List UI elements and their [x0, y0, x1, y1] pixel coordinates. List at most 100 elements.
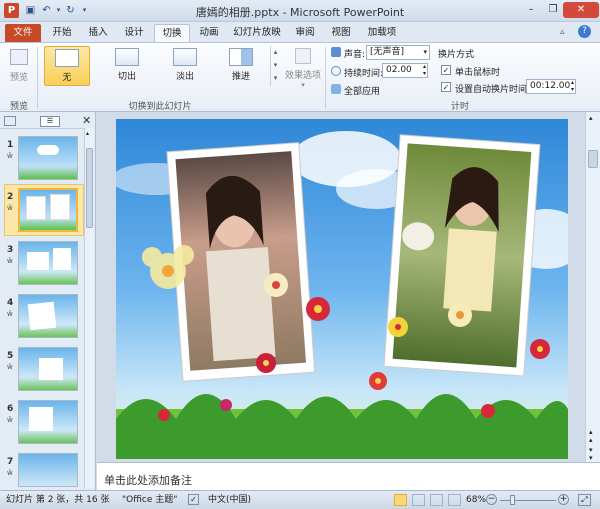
zoom-in-icon[interactable]: + — [558, 494, 569, 505]
group-divider — [37, 47, 38, 109]
status-bar: 幻灯片 第 2 张，共 16 张 "Office 主题" ✓ 中文(中国) 68… — [0, 490, 600, 509]
reading-view-icon[interactable] — [430, 494, 443, 506]
tab-insert[interactable]: 插入 — [82, 24, 114, 42]
on-click-label: 单击鼠标时 — [455, 68, 501, 78]
redo-icon[interactable]: ↻ — [64, 4, 77, 17]
duration-input[interactable]: 02.00 ▴ ▾ — [382, 63, 428, 78]
close-icon[interactable]: ✕ — [563, 2, 599, 18]
tab-home[interactable]: 开始 — [46, 24, 78, 42]
language[interactable]: 中文(中国) — [208, 491, 251, 509]
maximize-icon[interactable]: ❐ — [542, 2, 564, 18]
minimize-icon[interactable]: – — [520, 2, 542, 18]
zoom-level[interactable]: 68% — [466, 491, 486, 509]
slide-thumbnail[interactable] — [18, 400, 78, 444]
slide-thumbnail[interactable] — [18, 453, 78, 487]
slide-sorter-icon[interactable] — [412, 494, 425, 506]
slide-number: 6 — [7, 404, 14, 414]
theme-name[interactable]: "Office 主题" — [122, 491, 177, 509]
notes-pane[interactable]: 单击此处添加备注 — [97, 462, 600, 490]
slide-number: 2 — [7, 192, 14, 202]
collapse-ribbon-icon[interactable]: ▵ — [560, 27, 565, 37]
ribbon-tabs: 文件 开始 插入 设计 切换 动画 幻灯片放映 审阅 视图 加载项 ▵ ? — [0, 22, 600, 42]
slide-number: 5 — [7, 351, 14, 361]
scroll-up-icon[interactable]: ▴ — [589, 114, 593, 122]
slide-thumbnail[interactable] — [18, 136, 78, 180]
gallery-scroll[interactable]: ▴ ▾ ▾ — [270, 46, 280, 86]
flower-center — [162, 265, 174, 277]
transition-fade-label: 淡出 — [175, 72, 194, 82]
slide-transition-marker: ŵ — [7, 152, 13, 160]
flower-red — [369, 372, 387, 390]
window-title: 唐嫣的相册.pptx - Microsoft PowerPoint — [195, 6, 405, 19]
outline-tab-icon[interactable]: ☰ — [40, 116, 60, 127]
advance-slide-title: 换片方式 — [438, 50, 475, 60]
preview-button[interactable]: 预览 — [6, 47, 32, 87]
slide-thumbnail[interactable] — [18, 347, 78, 391]
thumb-photo — [53, 248, 71, 270]
auto-advance-checkbox[interactable]: ✓ — [441, 82, 451, 92]
duration-icon — [331, 66, 341, 76]
normal-view-icon[interactable] — [394, 494, 407, 506]
auto-advance-label: 设置自动换片时间: — [455, 85, 531, 95]
help-icon[interactable]: ? — [578, 25, 591, 38]
slide-number: 1 — [7, 140, 14, 150]
auto-advance-spinner[interactable]: ▴ ▾ — [571, 79, 574, 93]
zoom-slider-thumb[interactable] — [510, 495, 515, 505]
fit-to-window-icon[interactable]: ⤢ — [578, 494, 591, 506]
zoom-out-icon[interactable]: − — [486, 494, 497, 505]
spell-check-icon[interactable]: ✓ — [188, 494, 199, 505]
flower-red — [530, 339, 550, 359]
slideshow-icon[interactable] — [448, 494, 461, 506]
slide-number: 3 — [7, 245, 14, 255]
tab-file[interactable]: 文件 — [5, 24, 41, 42]
transition-push-button[interactable]: 推进 — [218, 46, 264, 86]
auto-advance-input[interactable]: 00:12.00 ▴ ▾ — [526, 79, 576, 94]
scrollbar-thumb[interactable] — [86, 148, 93, 228]
next-slide-icon[interactable]: ▾ ▾ — [589, 446, 593, 462]
scroll-up-icon[interactable]: ▴ — [86, 130, 93, 139]
thumb-photo — [27, 301, 57, 331]
on-click-checkbox[interactable]: ✓ — [441, 65, 451, 75]
customize-toolbar-icon[interactable]: ▾ — [78, 4, 91, 17]
duration-label: 持续时间: — [344, 69, 384, 79]
apply-all-button[interactable]: 全部应用 — [344, 84, 380, 97]
effect-options-button[interactable]: 效果选项 ▾ — [284, 46, 322, 92]
slide-number: 7 — [7, 457, 14, 467]
effect-options-dropdown-icon: ▾ — [301, 81, 305, 89]
slide-scrollbar[interactable]: ▴ ▴ ▴ ▾ ▾ — [585, 112, 600, 462]
preview-icon — [10, 49, 28, 65]
duration-spinner[interactable]: ▴ ▾ — [423, 63, 426, 77]
tab-animations[interactable]: 动画 — [194, 24, 224, 42]
slide-thumbnail[interactable] — [18, 241, 78, 285]
slide-transition-marker: ŵ — [7, 310, 13, 318]
tab-slideshow[interactable]: 幻灯片放映 — [228, 24, 286, 42]
slide-transition-marker: ŵ — [7, 416, 13, 424]
previous-slide-icon[interactable]: ▴ ▴ — [589, 428, 593, 444]
tab-review[interactable]: 审阅 — [290, 24, 320, 42]
transition-none-button[interactable]: 无 — [44, 46, 90, 86]
slides-tab-icon[interactable] — [4, 116, 16, 126]
notes-placeholder[interactable]: 单击此处添加备注 — [104, 472, 192, 488]
tab-design[interactable]: 设计 — [118, 24, 150, 42]
slide-canvas[interactable] — [116, 119, 568, 459]
slide-thumbnail[interactable] — [18, 294, 78, 338]
scrollbar-thumb[interactable] — [588, 150, 598, 168]
tab-view[interactable]: 视图 — [326, 24, 356, 42]
sound-dropdown[interactable]: [无声音] ▾ — [366, 45, 430, 60]
thumbnails-scrollbar[interactable]: ▴ — [84, 128, 94, 488]
slide-transition-marker: ŵ — [7, 363, 13, 371]
save-icon[interactable]: ▣ — [24, 4, 37, 17]
tab-addins[interactable]: 加载项 — [362, 24, 402, 42]
group-divider — [325, 47, 326, 109]
powerpoint-app-icon[interactable]: P — [4, 3, 19, 18]
transition-fade-button[interactable]: 淡出 — [162, 46, 208, 86]
slide-thumbnail-selected[interactable] — [18, 188, 78, 232]
effect-options-icon — [295, 48, 311, 64]
transition-cut-button[interactable]: 切出 — [104, 46, 150, 86]
transition-group-label: 切换到此幻灯片 — [128, 102, 192, 112]
close-panel-icon[interactable]: ✕ — [82, 114, 91, 127]
slide-transition-marker: ŵ — [7, 204, 13, 212]
tab-transitions[interactable]: 切换 — [154, 24, 190, 42]
transition-cut-icon — [115, 48, 139, 66]
zoom-slider-track[interactable] — [500, 500, 556, 501]
